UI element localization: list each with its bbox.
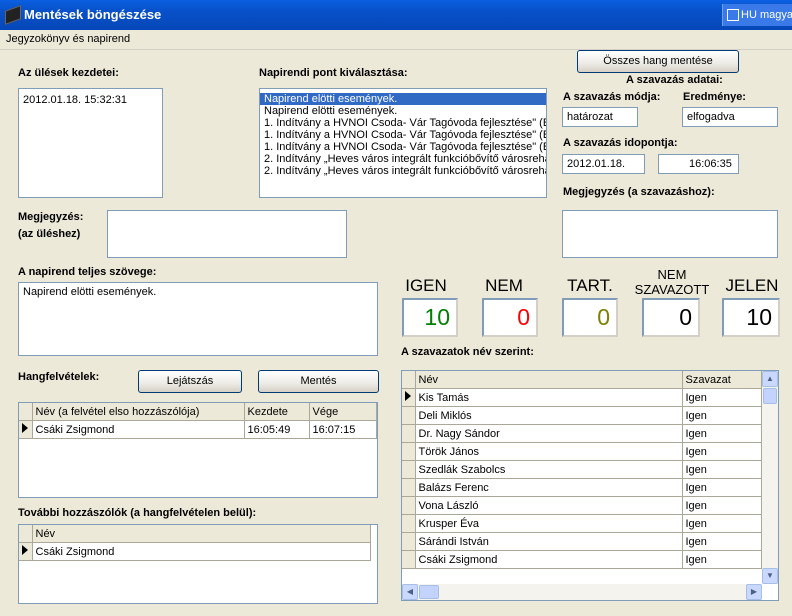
column-header[interactable]: Név (a felvétel elso hozzászólója) <box>32 403 245 421</box>
row-pointer-icon <box>405 391 411 401</box>
language-indicator[interactable]: HU magyar <box>722 4 792 26</box>
vote-date-field[interactable]: 2012.01.18. <box>562 154 645 174</box>
title-bar: Mentések böngészése HU magyar <box>0 0 792 30</box>
table-row[interactable]: Balázs Ferenc Igen <box>402 478 762 497</box>
column-header[interactable]: Vége <box>309 403 377 421</box>
app-icon <box>5 5 21 25</box>
vote-data-title: A szavazás adatai: <box>626 74 723 86</box>
abstain-label: TART. <box>567 276 613 295</box>
table-row[interactable]: Krusper Éva Igen <box>402 514 762 533</box>
row-pointer-icon <box>22 423 28 433</box>
column-header[interactable]: Kezdete <box>244 403 310 421</box>
vote-result-field[interactable]: elfogadva <box>682 107 778 127</box>
agenda-item[interactable]: 1. Indítvány a HVNOI Csoda- Vár Tagóvoda… <box>260 129 546 141</box>
agenda-item[interactable]: 2. Indítvány „Heves város integrált funk… <box>260 165 546 177</box>
scroll-right-icon[interactable]: ▶ <box>746 584 762 600</box>
table-row[interactable]: Csáki Zsigmond <box>19 542 371 561</box>
agenda-label: Napirendi pont kiválasztása: <box>259 67 408 79</box>
not-voted-label: NEM <box>657 267 687 282</box>
session-note-label: Megjegyzés: <box>18 211 84 223</box>
table-row[interactable]: Vona László Igen <box>402 496 762 515</box>
yes-count: 10 <box>402 298 458 337</box>
column-header[interactable]: Név <box>32 525 371 543</box>
agenda-item[interactable]: 1. Indítvány a HVNOI Csoda- Vár Tagóvoda… <box>260 141 546 153</box>
no-count: 0 <box>482 298 538 337</box>
table-row[interactable]: Sárándi István Igen <box>402 532 762 551</box>
scroll-up-icon[interactable]: ▲ <box>762 371 778 387</box>
vote-note-field[interactable] <box>562 210 778 258</box>
present-count: 10 <box>722 298 780 337</box>
speakers-label: További hozzászólók (a hangfelvételen be… <box>18 507 257 519</box>
scroll-left-icon[interactable]: ◀ <box>402 584 418 600</box>
agenda-item[interactable]: 2. Indítvány „Heves város integrált funk… <box>260 153 546 165</box>
session-item[interactable]: 2012.01.18. 15:32:31 <box>23 94 127 106</box>
language-label: HU magyar <box>741 9 792 21</box>
save-all-audio-button[interactable]: Összes hang mentése <box>577 50 739 73</box>
keyboard-icon <box>727 9 739 21</box>
vote-mode-field[interactable]: határozat <box>562 107 638 127</box>
table-row[interactable]: Török János Igen <box>402 442 762 461</box>
recording-start: 16:05:49 <box>244 420 310 439</box>
scroll-thumb[interactable] <box>763 388 777 404</box>
scroll-down-icon[interactable]: ▼ <box>762 568 778 584</box>
vote-time-label: A szavazás idopontja: <box>563 137 678 149</box>
menu-item-minutes[interactable]: Jegyzokönyv és napirend <box>6 33 130 45</box>
table-row[interactable]: Csáki Zsigmond 16:05:49 16:07:15 <box>19 420 377 439</box>
table-row[interactable]: Kis Tamás Igen <box>402 388 762 407</box>
horizontal-scrollbar[interactable]: ◀ ▶ <box>402 584 762 600</box>
vote-mode-label: A szavazás módja: <box>563 91 661 103</box>
play-button[interactable]: Lejátszás <box>138 370 242 393</box>
row-pointer-icon <box>22 545 28 555</box>
agenda-text-label: A napirend teljes szövege: <box>18 266 157 278</box>
sessions-list[interactable]: 2012.01.18. 15:32:31 <box>18 88 163 198</box>
agenda-item[interactable]: 1. Indítvány a HVNOI Csoda- Vár Tagóvoda… <box>260 117 546 129</box>
abstain-count: 0 <box>562 298 618 337</box>
vote-result-label: Eredménye: <box>683 91 746 103</box>
scroll-thumb-horizontal[interactable] <box>419 585 439 599</box>
table-row[interactable]: Csáki Zsigmond Igen <box>402 550 762 569</box>
recording-end: 16:07:15 <box>309 420 377 439</box>
no-label: NEM <box>485 276 523 295</box>
speakers-grid[interactable]: Név Csáki Zsigmond <box>18 524 378 604</box>
not-voted-count: 0 <box>642 298 700 337</box>
session-note-sublabel: (az üléshez) <box>18 228 81 240</box>
recordings-label: Hangfelvételek: <box>18 371 100 383</box>
yes-label: IGEN <box>405 276 447 295</box>
agenda-text-field[interactable]: Napirend elötti események. <box>18 282 378 356</box>
votes-by-name-label: A szavazatok név szerint: <box>401 346 534 358</box>
menu-bar: Jegyzokönyv és napirend <box>0 30 792 50</box>
votes-by-name-grid[interactable]: Név Szavazat Kis Tamás Igen Deli Miklós Ig… <box>401 370 779 601</box>
vote-note-label: Megjegyzés (a szavazáshoz): <box>563 186 715 198</box>
recording-name: Csáki Zsigmond <box>32 420 245 439</box>
session-note-field[interactable] <box>107 210 347 258</box>
recordings-grid[interactable]: Név (a felvétel elso hozzászólója) Kezde… <box>18 402 378 498</box>
column-header[interactable]: Szavazat <box>682 371 762 389</box>
agenda-list[interactable]: Napirend elötti események. Napirend elöt… <box>259 88 547 198</box>
window-title: Mentések böngészése <box>24 7 162 22</box>
agenda-item[interactable]: Napirend elötti események. <box>260 93 546 105</box>
column-header[interactable]: Név <box>415 371 683 389</box>
table-row[interactable]: Dr. Nagy Sándor Igen <box>402 424 762 443</box>
sessions-label: Az ülések kezdetei: <box>18 67 119 79</box>
table-row[interactable]: Deli Miklós Igen <box>402 406 762 425</box>
not-voted-sublabel: SZAVAZOTT <box>634 282 710 297</box>
agenda-item[interactable]: Napirend elötti események. <box>260 105 546 117</box>
present-label: JELEN <box>725 276 779 295</box>
table-row[interactable]: Szedlák Szabolcs Igen <box>402 460 762 479</box>
save-recording-button[interactable]: Mentés <box>258 370 379 393</box>
vertical-scrollbar[interactable]: ▲ ▼ <box>762 371 778 584</box>
speaker-name: Csáki Zsigmond <box>32 542 371 561</box>
vote-time-field[interactable]: 16:06:35 <box>658 154 739 174</box>
